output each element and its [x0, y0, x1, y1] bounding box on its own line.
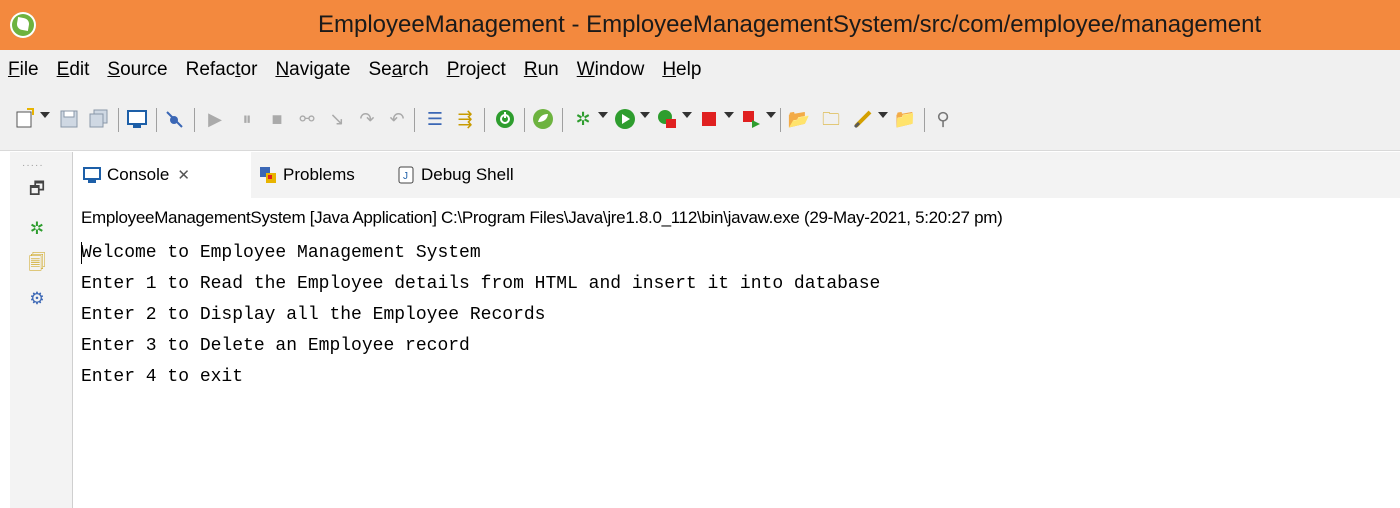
- debug-shell-icon: J: [397, 166, 415, 184]
- search-icon[interactable]: ⚲: [932, 108, 954, 130]
- console-view[interactable]: EmployeeManagementSystem [Java Applicati…: [73, 198, 1400, 508]
- new-package-icon[interactable]: 🗀: [820, 108, 842, 130]
- new-class-dropdown-icon[interactable]: [878, 112, 888, 118]
- new-dropdown-icon[interactable]: [40, 112, 50, 118]
- spring-boot-dashboard-icon[interactable]: [494, 108, 516, 130]
- resume-icon[interactable]: ▶: [204, 108, 226, 130]
- window-title: EmployeeManagement - EmployeeManagementS…: [318, 11, 1262, 38]
- run-icon[interactable]: [614, 108, 636, 130]
- tab-console[interactable]: Console ✕: [73, 152, 251, 198]
- coverage-dropdown-icon[interactable]: [682, 112, 692, 118]
- menu-refactor[interactable]: Refactor: [186, 59, 258, 81]
- step-return-icon[interactable]: ↶: [386, 108, 408, 130]
- menu-help[interactable]: Help: [662, 59, 701, 81]
- run-dropdown-icon[interactable]: [640, 112, 650, 118]
- menu-edit[interactable]: Edit: [57, 59, 90, 81]
- left-trim-stack: ····· 🗗 ✲ 🗐 ⚙: [10, 152, 73, 508]
- tab-console-label: Console: [107, 165, 170, 184]
- menu-navigate[interactable]: Navigate: [275, 59, 350, 81]
- title-bar[interactable]: EmployeeManagement - EmployeeManagementS…: [0, 0, 1400, 50]
- debug-icon[interactable]: ✲: [572, 108, 594, 130]
- debug-dropdown-icon[interactable]: [598, 112, 608, 118]
- tab-debug-shell[interactable]: J Debug Shell: [397, 152, 514, 198]
- tab-problems-label: Problems: [283, 165, 355, 184]
- close-icon[interactable]: ✕: [177, 166, 190, 184]
- tab-problems[interactable]: Problems: [259, 152, 355, 198]
- ide-window: EmployeeManagement - EmployeeManagementS…: [0, 0, 1400, 508]
- console-icon: [83, 166, 101, 184]
- restore-icon[interactable]: 🗗: [26, 178, 48, 200]
- external-tools-icon[interactable]: [740, 108, 762, 130]
- coverage-icon[interactable]: [656, 108, 678, 130]
- spring-icon[interactable]: [532, 108, 554, 130]
- step-into-icon[interactable]: ↘: [326, 108, 348, 130]
- trim-grip[interactable]: ·····: [22, 160, 44, 171]
- view-tabs: Console ✕ Problems J Debug Shell: [73, 152, 1400, 198]
- console-line: Enter 3 to Delete an Employee record: [81, 336, 470, 356]
- open-type-icon[interactable]: 📁: [894, 108, 916, 130]
- open-console-icon[interactable]: [126, 108, 148, 130]
- menu-run[interactable]: Run: [524, 59, 559, 81]
- menu-window[interactable]: Window: [577, 59, 645, 81]
- skip-breakpoints-icon[interactable]: [164, 108, 186, 130]
- menu-bar: File Edit Source Refactor Navigate Searc…: [0, 50, 1400, 90]
- console-line: Enter 4 to exit: [81, 367, 244, 387]
- console-line: Enter 2 to Display all the Employee Reco…: [81, 305, 546, 325]
- process-description: EmployeeManagementSystem [Java Applicati…: [81, 208, 1003, 227]
- drop-to-frame-icon[interactable]: ☰: [424, 108, 446, 130]
- main-toolbar: ▶ ⏸ ■ ⚯ ↘ ↷ ↶ ☰ ⇶ ✲ 📂 🗀 📁 ⚲: [0, 90, 1400, 151]
- disconnect-icon[interactable]: ⚯: [296, 108, 318, 130]
- menu-source[interactable]: Source: [107, 59, 167, 81]
- save-icon[interactable]: [58, 108, 80, 130]
- tab-debug-shell-label: Debug Shell: [421, 165, 514, 184]
- terminate-icon[interactable]: ■: [266, 108, 288, 130]
- console-line: Enter 1 to Read the Employee details fro…: [81, 274, 881, 294]
- step-over-icon[interactable]: ↷: [356, 108, 378, 130]
- menu-search[interactable]: Search: [368, 59, 428, 81]
- menu-file[interactable]: File: [8, 59, 39, 81]
- spring-tool-suite-icon: [10, 12, 36, 38]
- package-explorer-icon[interactable]: 🗐: [26, 252, 48, 274]
- console-line: Welcome to Employee Management System: [81, 243, 481, 263]
- svg-text:J: J: [403, 171, 408, 182]
- variables-view-icon[interactable]: ⚙: [26, 288, 48, 310]
- stop-icon[interactable]: [698, 108, 720, 130]
- stop-dropdown-icon[interactable]: [724, 112, 734, 118]
- suspend-icon[interactable]: ⏸: [236, 108, 258, 130]
- external-tools-dropdown-icon[interactable]: [766, 112, 776, 118]
- use-step-filters-icon[interactable]: ⇶: [454, 108, 476, 130]
- new-class-icon[interactable]: [852, 108, 874, 130]
- debug-view-icon[interactable]: ✲: [26, 218, 48, 240]
- new-java-project-icon[interactable]: 📂: [788, 108, 810, 130]
- menu-project[interactable]: Project: [447, 59, 506, 81]
- console-output[interactable]: Welcome to Employee Management System En…: [81, 238, 880, 393]
- save-all-icon[interactable]: [88, 108, 110, 130]
- new-icon[interactable]: [14, 108, 36, 130]
- problems-icon: [259, 166, 277, 184]
